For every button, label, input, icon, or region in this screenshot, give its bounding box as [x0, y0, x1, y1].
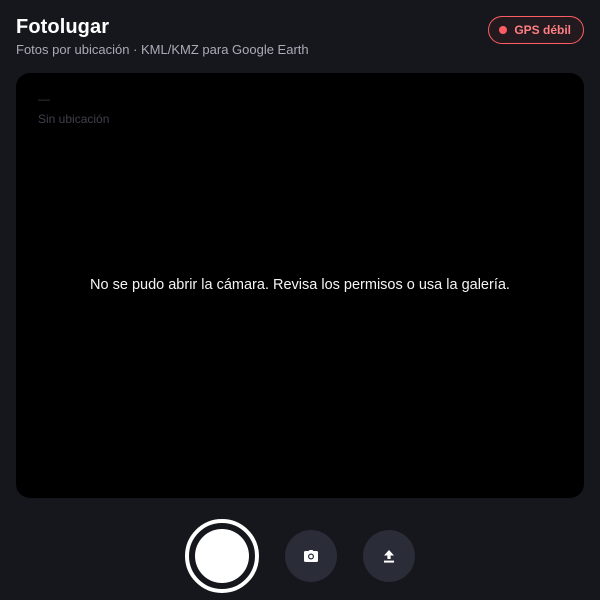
app-subtitle: Fotos por ubicación · KML/KMZ para Googl…: [16, 42, 309, 57]
shutter-button[interactable]: [185, 519, 259, 593]
coordinates-readout: —: [38, 92, 50, 106]
upload-button[interactable]: [363, 530, 415, 582]
location-label: Sin ubicación: [38, 112, 110, 126]
app-title: Fotolugar: [16, 16, 110, 38]
camera-icon: [304, 550, 318, 562]
upload-icon: [383, 549, 395, 563]
app-root: Fotolugar Fotos por ubicación · KML/KMZ …: [0, 0, 600, 600]
camera-error-message: No se pudo abrir la cámara. Revisa los p…: [90, 277, 510, 293]
header: Fotolugar Fotos por ubicación · KML/KMZ …: [16, 16, 584, 60]
shutter-icon: [195, 529, 249, 583]
gps-status-badge[interactable]: GPS débil: [488, 16, 584, 44]
camera-viewport: — Sin ubicación No se pudo abrir la cáma…: [16, 73, 584, 498]
status-dot-icon: [499, 26, 508, 34]
camera-button[interactable]: [285, 530, 337, 582]
gps-status-label: GPS débil: [514, 23, 571, 37]
